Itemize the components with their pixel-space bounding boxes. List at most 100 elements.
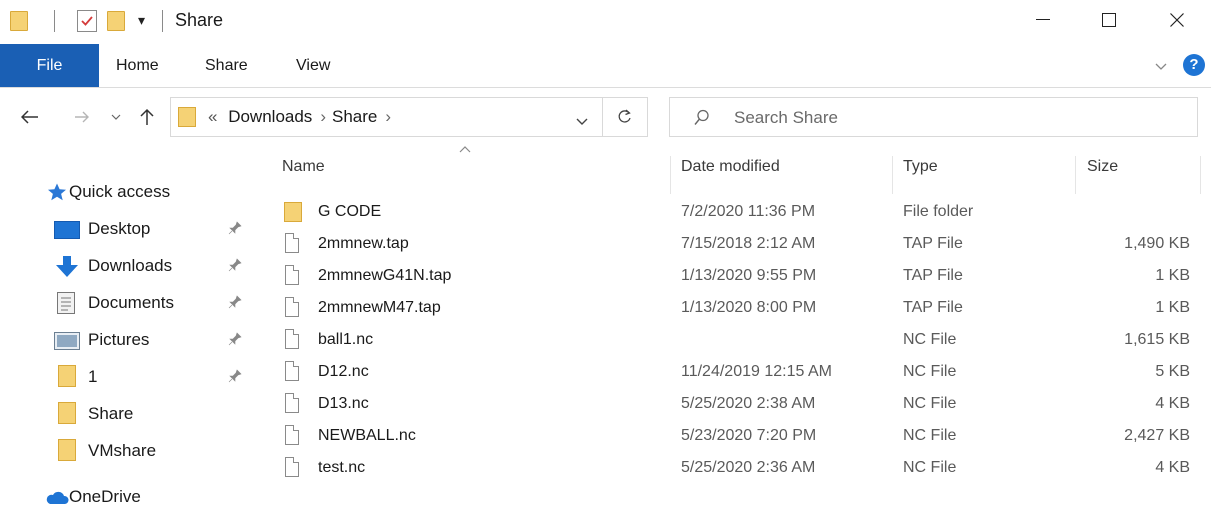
file-size: 1,615 KB bbox=[1124, 331, 1190, 348]
file-type: TAP File bbox=[903, 299, 963, 316]
properties-checkmark-icon[interactable] bbox=[77, 10, 97, 32]
file-date: 5/25/2020 2:36 AM bbox=[681, 459, 816, 476]
cloud-icon bbox=[46, 491, 69, 504]
download-arrow-icon bbox=[56, 256, 78, 277]
nav-item-pictures[interactable]: Pictures bbox=[0, 324, 262, 356]
file-type: NC File bbox=[903, 427, 957, 444]
column-header-type[interactable]: Type bbox=[903, 158, 938, 176]
search-icon bbox=[694, 109, 709, 125]
file-row[interactable]: G CODE 7/2/2020 11:36 PM File folder bbox=[280, 198, 1200, 230]
tab-home[interactable]: Home bbox=[116, 44, 159, 87]
expand-ribbon-chevron-icon[interactable] bbox=[1155, 58, 1167, 76]
up-button[interactable] bbox=[136, 105, 158, 129]
nav-item-share[interactable]: Share bbox=[0, 398, 262, 430]
pin-icon[interactable] bbox=[228, 221, 242, 235]
minimize-button[interactable] bbox=[1020, 0, 1066, 40]
folder-icon bbox=[284, 202, 302, 222]
file-type: File folder bbox=[903, 203, 974, 220]
help-icon[interactable]: ? bbox=[1183, 54, 1205, 76]
nav-label: OneDrive bbox=[69, 487, 141, 506]
file-date: 1/13/2020 8:00 PM bbox=[681, 299, 817, 316]
recent-locations-chevron-icon[interactable] bbox=[108, 105, 124, 129]
pin-icon[interactable] bbox=[228, 295, 242, 309]
file-name: G CODE bbox=[318, 203, 382, 220]
file-type: TAP File bbox=[903, 235, 963, 252]
nav-label: Share bbox=[88, 404, 134, 423]
breadcrumb-separator[interactable]: › bbox=[320, 107, 326, 126]
pin-icon[interactable] bbox=[228, 332, 242, 346]
breadcrumb-separator[interactable]: › bbox=[385, 107, 391, 126]
file-icon bbox=[285, 329, 299, 349]
folder-icon bbox=[178, 107, 196, 127]
file-row[interactable]: test.nc 5/25/2020 2:36 AM NC File 4 KB bbox=[280, 454, 1200, 486]
file-type: NC File bbox=[903, 331, 957, 348]
toolbar-separator bbox=[162, 10, 163, 32]
new-folder-icon[interactable] bbox=[107, 11, 125, 31]
file-date: 5/23/2020 7:20 PM bbox=[681, 427, 817, 444]
nav-quick-access[interactable]: Quick access bbox=[0, 176, 262, 208]
file-icon bbox=[285, 265, 299, 285]
nav-label: Documents bbox=[88, 293, 174, 312]
maximize-button[interactable] bbox=[1086, 0, 1132, 40]
nav-label: VMshare bbox=[88, 441, 157, 460]
file-size: 5 KB bbox=[1155, 363, 1190, 380]
customize-quick-access-dropdown[interactable]: ▾ bbox=[138, 12, 145, 29]
folder-icon bbox=[58, 439, 76, 461]
file-icon bbox=[285, 425, 299, 445]
file-name: 2mmnewM47.tap bbox=[318, 299, 441, 316]
file-date: 11/24/2019 12:15 AM bbox=[681, 363, 832, 380]
column-divider[interactable] bbox=[1200, 156, 1201, 194]
file-type: NC File bbox=[903, 459, 957, 476]
column-divider[interactable] bbox=[892, 156, 893, 194]
refresh-button[interactable] bbox=[603, 97, 648, 137]
file-name: D12.nc bbox=[318, 363, 369, 380]
file-icon bbox=[285, 233, 299, 253]
forward-button[interactable] bbox=[72, 105, 92, 129]
search-input[interactable] bbox=[734, 106, 1174, 130]
file-row[interactable]: D12.nc 11/24/2019 12:15 AM NC File 5 KB bbox=[280, 358, 1200, 390]
file-icon bbox=[285, 361, 299, 381]
navigation-pane: Quick access Desktop Downloads Documents… bbox=[0, 146, 262, 508]
pin-icon[interactable] bbox=[228, 369, 242, 383]
file-row[interactable]: 2mmnewG41N.tap 1/13/2020 9:55 PM TAP Fil… bbox=[280, 262, 1200, 294]
address-bar[interactable]: « Downloads › Share › bbox=[170, 97, 603, 137]
sort-ascending-icon bbox=[459, 146, 471, 153]
file-row[interactable]: NEWBALL.nc 5/23/2020 7:20 PM NC File 2,4… bbox=[280, 422, 1200, 454]
address-row: « Downloads › Share › bbox=[0, 88, 1211, 146]
file-row[interactable]: 2mmnew.tap 7/15/2018 2:12 AM TAP File 1,… bbox=[280, 230, 1200, 262]
file-size: 1 KB bbox=[1155, 299, 1190, 316]
breadcrumb-share[interactable]: Share bbox=[332, 107, 377, 126]
nav-onedrive[interactable]: OneDrive bbox=[0, 481, 262, 508]
file-size: 1,490 KB bbox=[1124, 235, 1190, 252]
nav-label: 1 bbox=[88, 367, 98, 386]
title-bar: ▾ Share bbox=[0, 0, 1211, 44]
ribbon-tabs: File Home Share View ? bbox=[0, 44, 1211, 88]
file-row[interactable]: D13.nc 5/25/2020 2:38 AM NC File 4 KB bbox=[280, 390, 1200, 422]
close-button[interactable] bbox=[1154, 0, 1200, 40]
toolbar-separator bbox=[54, 10, 55, 32]
breadcrumb-overflow[interactable]: « bbox=[208, 107, 217, 126]
column-header-size[interactable]: Size bbox=[1087, 158, 1118, 176]
nav-item-vmshare[interactable]: VMshare bbox=[0, 435, 262, 467]
file-row[interactable]: 2mmnewM47.tap 1/13/2020 8:00 PM TAP File… bbox=[280, 294, 1200, 326]
column-header-date[interactable]: Date modified bbox=[681, 158, 780, 176]
file-row[interactable]: ball1.nc NC File 1,615 KB bbox=[280, 326, 1200, 358]
tab-share[interactable]: Share bbox=[205, 44, 248, 87]
breadcrumb-downloads[interactable]: Downloads bbox=[228, 107, 312, 126]
nav-item-desktop[interactable]: Desktop bbox=[0, 213, 262, 245]
nav-item-documents[interactable]: Documents bbox=[0, 287, 262, 319]
nav-item-1[interactable]: 1 bbox=[0, 361, 262, 393]
column-divider[interactable] bbox=[670, 156, 671, 194]
back-button[interactable] bbox=[18, 105, 42, 129]
address-dropdown-chevron-icon[interactable] bbox=[576, 113, 588, 131]
file-date: 7/2/2020 11:36 PM bbox=[681, 203, 816, 220]
pin-icon[interactable] bbox=[228, 258, 242, 272]
tab-view[interactable]: View bbox=[296, 44, 330, 87]
column-header-name[interactable]: Name bbox=[282, 158, 325, 176]
nav-label: Pictures bbox=[88, 330, 150, 349]
file-icon bbox=[285, 297, 299, 317]
tab-file[interactable]: File bbox=[0, 44, 99, 87]
search-box[interactable] bbox=[669, 97, 1198, 137]
column-divider[interactable] bbox=[1075, 156, 1076, 194]
nav-item-downloads[interactable]: Downloads bbox=[0, 250, 262, 282]
